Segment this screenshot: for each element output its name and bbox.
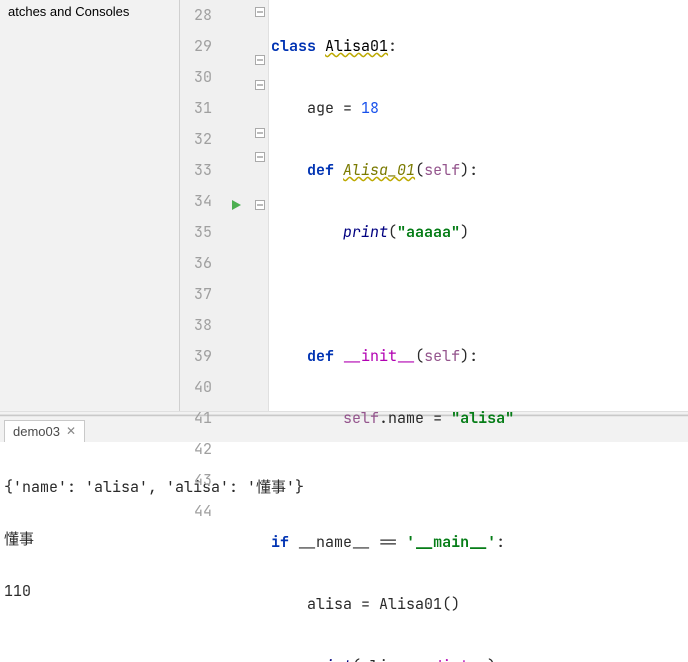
dunder-name: __name__ bbox=[298, 532, 370, 552]
side-panel[interactable]: atches and Consoles bbox=[0, 0, 180, 411]
fold-column bbox=[252, 0, 268, 411]
kw-def: def bbox=[307, 346, 334, 366]
str-main: '__main__' bbox=[406, 532, 496, 552]
line-number: 28 bbox=[190, 0, 212, 31]
kw-if: if bbox=[271, 532, 289, 552]
run-icon[interactable] bbox=[230, 193, 242, 217]
line-number: 42 bbox=[190, 434, 212, 465]
code-content[interactable]: class Alisa01: age = 18 def Alisa_01(sel… bbox=[269, 0, 688, 411]
var-alisa: alisa bbox=[307, 594, 352, 614]
fold-icon[interactable] bbox=[255, 193, 265, 217]
line-number: 35 bbox=[190, 217, 212, 248]
side-panel-item[interactable]: atches and Consoles bbox=[8, 4, 129, 19]
upper-pane: atches and Consoles 28 29 30 31 32 33 34… bbox=[0, 0, 688, 411]
var-alisa: alisa bbox=[361, 656, 406, 662]
param-self: self bbox=[424, 346, 460, 366]
console-tab[interactable]: demo03 ✕ bbox=[4, 420, 85, 442]
line-number: 32 bbox=[190, 124, 212, 155]
fn-init: __init__ bbox=[343, 346, 415, 366]
close-icon[interactable]: ✕ bbox=[66, 424, 76, 438]
gutter-icon-column bbox=[220, 0, 252, 411]
builtin-print: print bbox=[307, 656, 352, 662]
line-number: 34 bbox=[190, 186, 212, 217]
line-number: 38 bbox=[190, 310, 212, 341]
kw-def: def bbox=[307, 160, 334, 180]
line-number: 44 bbox=[190, 496, 212, 527]
fold-icon[interactable] bbox=[255, 0, 265, 24]
line-number: 40 bbox=[190, 372, 212, 403]
line-number: 36 bbox=[190, 248, 212, 279]
field-age: age bbox=[307, 98, 334, 118]
line-number: 29 bbox=[190, 31, 212, 62]
op-eq: == bbox=[379, 532, 397, 552]
editor-area[interactable]: 28 29 30 31 32 33 34 35 36 37 38 39 40 4… bbox=[180, 0, 688, 411]
num-18: 18 bbox=[361, 98, 379, 118]
builtin-print: print bbox=[343, 222, 388, 242]
self-ref: self bbox=[343, 408, 379, 428]
cls-Alisa01: Alisa01 bbox=[325, 36, 388, 56]
fold-icon[interactable] bbox=[255, 48, 265, 72]
line-number: 43 bbox=[190, 465, 212, 496]
console-tab-label: demo03 bbox=[13, 424, 60, 439]
kw-class: class bbox=[271, 36, 316, 56]
line-number: 37 bbox=[190, 279, 212, 310]
editor-gutter[interactable]: 28 29 30 31 32 33 34 35 36 37 38 39 40 4… bbox=[180, 0, 269, 411]
line-number: 30 bbox=[190, 62, 212, 93]
line-number: 31 bbox=[190, 93, 212, 124]
line-number: 33 bbox=[190, 155, 212, 186]
fold-end-icon[interactable] bbox=[255, 145, 265, 169]
fold-end-icon[interactable] bbox=[255, 73, 265, 97]
line-number: 39 bbox=[190, 341, 212, 372]
str-alisa: "alisa" bbox=[451, 408, 514, 428]
call-Alisa01: Alisa01 bbox=[379, 594, 442, 614]
fn-Alisa_01: Alisa_01 bbox=[343, 160, 415, 180]
attr-name: name bbox=[388, 408, 424, 428]
ide-root: atches and Consoles 28 29 30 31 32 33 34… bbox=[0, 0, 688, 662]
attr-dict: __dict__ bbox=[415, 656, 487, 662]
str-aaaaa: "aaaaa" bbox=[397, 222, 460, 242]
param-self: self bbox=[424, 160, 460, 180]
fold-icon[interactable] bbox=[255, 121, 265, 145]
line-number: 41 bbox=[190, 403, 212, 434]
line-number-column: 28 29 30 31 32 33 34 35 36 37 38 39 40 4… bbox=[180, 0, 220, 411]
